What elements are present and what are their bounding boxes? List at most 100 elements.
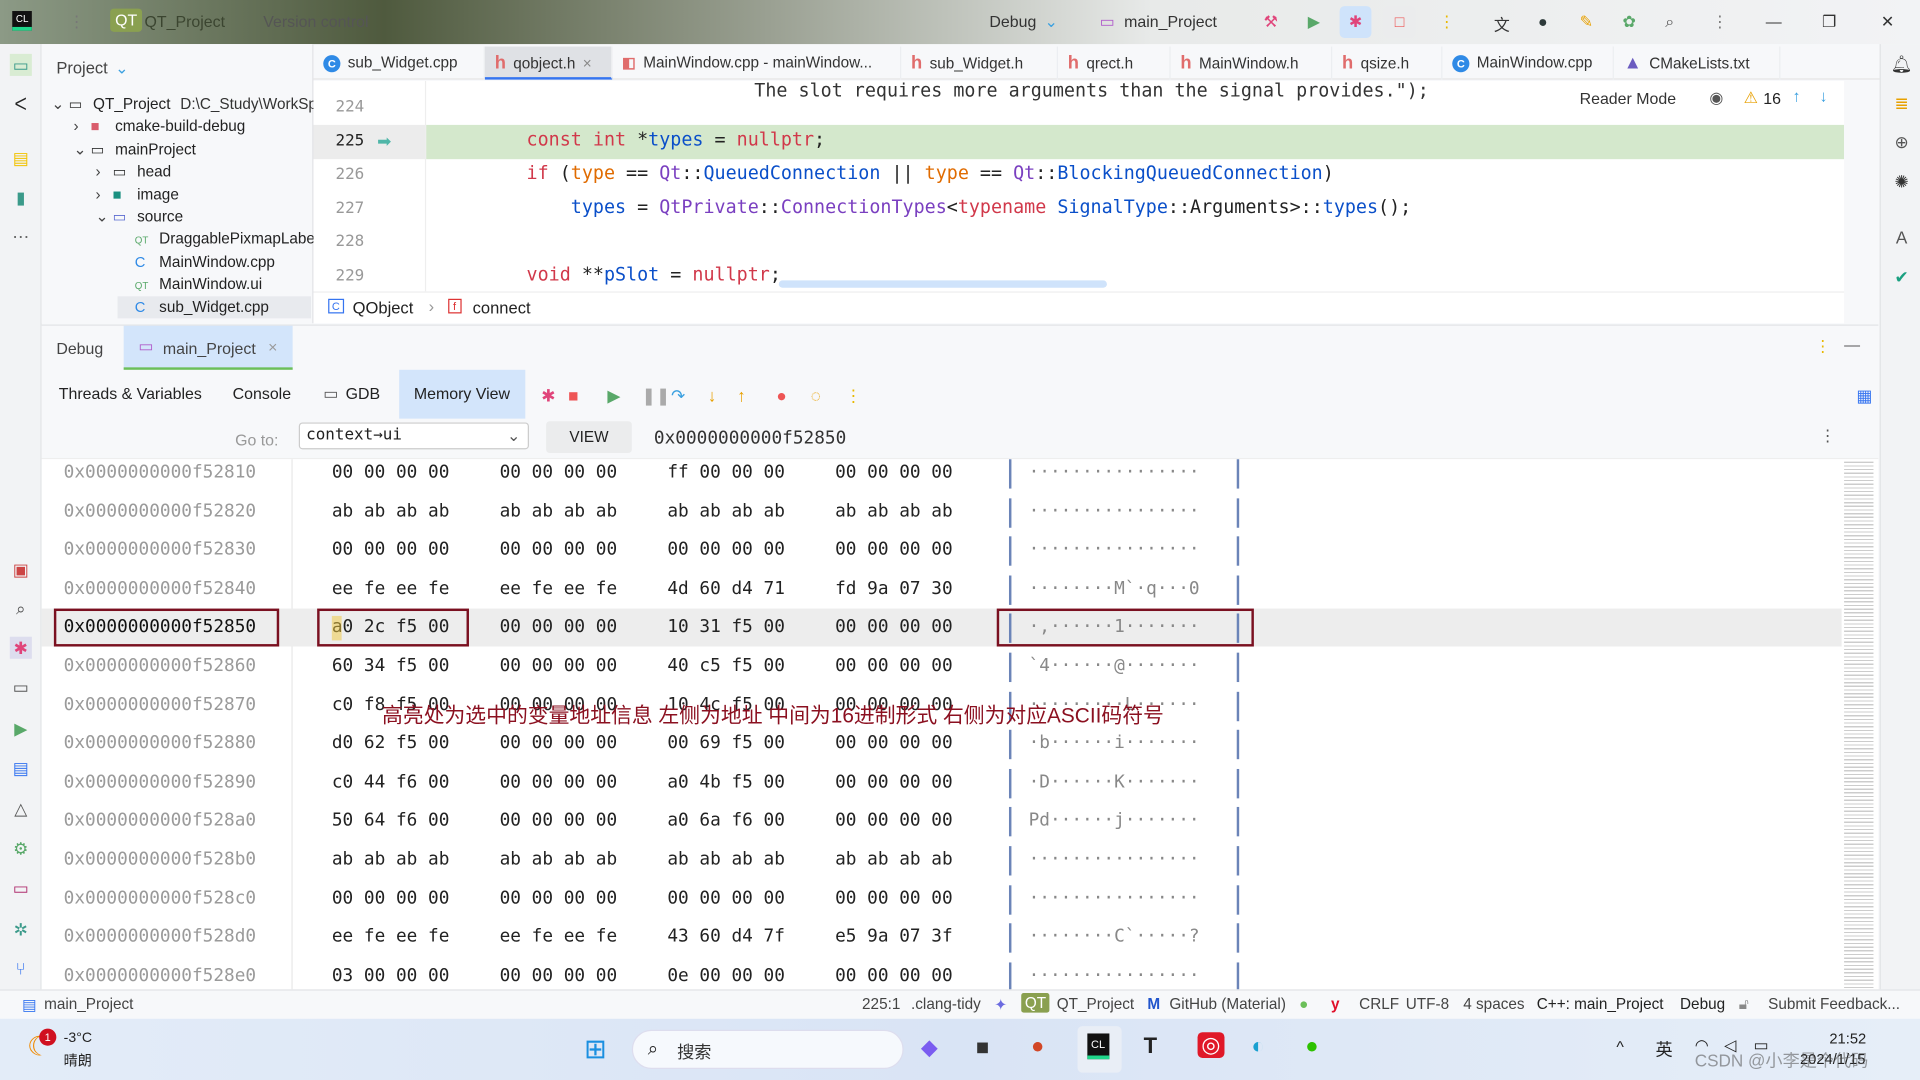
hex-group[interactable]: 00 00 00 00 [332,880,450,918]
memory-address[interactable]: 0x0000000000f528a0 [64,803,256,841]
main-menu-icon[interactable]: ⋮ [69,12,85,32]
context[interactable]: C++: main_Project [1537,996,1664,1013]
hex-group[interactable]: 00 00 00 00 [500,957,618,989]
status-config[interactable]: Debug [1680,996,1725,1013]
edge-icon[interactable]: ◐ [1251,1033,1264,1059]
debug-bug2-icon[interactable]: ✲ [10,918,32,940]
breadcrumb-function[interactable]: connect [473,299,531,317]
vcs-selector[interactable]: Version control [263,12,368,30]
clock-time[interactable]: 21:52 [1829,1030,1866,1047]
ascii-text[interactable]: ·D······K······· [1029,764,1200,802]
translate-icon[interactable]: 文 [1494,12,1510,35]
hex-group[interactable]: 00 00 00 00 [500,880,618,918]
minimap-scrollbar[interactable] [1844,461,1874,989]
powerpoint-icon[interactable]: ● [1031,1033,1044,1059]
step-over-icon[interactable]: ↷ [671,386,685,407]
netease-music-icon[interactable]: ◎ [1197,1032,1225,1058]
memory-address[interactable]: 0x0000000000f528e0 [64,957,256,989]
hex-group[interactable]: 00 00 00 00 [835,532,953,570]
hex-group[interactable]: ab ab ab ab [332,841,450,879]
hex-group[interactable]: ab ab ab ab [835,841,953,879]
hex-group[interactable]: a0 6a f6 00 [667,803,785,841]
hex-group[interactable]: ab ab ab ab [667,493,785,531]
ascii-text[interactable]: ········M`·q···0 [1029,570,1200,608]
hex-group[interactable]: e5 9a 07 3f [835,919,953,957]
hex-group[interactable]: 00 00 00 00 [835,648,953,686]
memory-address[interactable]: 0x0000000000f52890 [64,764,256,802]
memory-address[interactable]: 0x0000000000f52870 [64,686,256,724]
ascii-text[interactable]: ·b······i······· [1029,725,1200,763]
mute-breakpoints-icon[interactable]: ◌ [811,386,821,406]
line-number[interactable]: 227 [336,199,365,217]
hex-group[interactable]: ab ab ab ab [500,841,618,879]
hide-icon[interactable]: ◉ [1709,88,1723,108]
warning-icon[interactable]: ⚠ [1744,88,1758,108]
project-view-icon[interactable]: ▭ [9,53,32,76]
editor-tab[interactable]: C MainWindow.cpp [1442,46,1614,80]
prev-warning-icon[interactable]: ↑ [1793,87,1801,105]
hex-group[interactable]: 00 00 00 00 [500,803,618,841]
structure-icon[interactable]: ▤ [10,147,32,169]
hex-group[interactable]: 40 c5 f5 00 [667,648,785,686]
problems-icon[interactable]: △ [10,797,32,819]
chevron-right-icon[interactable]: › [96,161,113,183]
hex-group[interactable]: ee fe ee fe [332,919,450,957]
ascii-text[interactable]: ················ [1029,493,1200,531]
tree-item[interactable]: › ■ image [96,183,179,205]
clion-app-icon[interactable]: CL [1087,1033,1109,1060]
session-tab[interactable]: ▭ main_Project × [123,325,293,372]
memory-row[interactable]: 0x0000000000f528a0 50 64 f6 00 00 00 00 00… [42,803,1842,841]
memory-row[interactable]: 0x0000000000f52830 00 00 00 00 00 00 00 00… [42,532,1842,570]
hex-group[interactable]: 00 00 00 00 [500,764,618,802]
hex-group[interactable]: 00 00 00 00 [500,648,618,686]
reader-mode-button[interactable]: Reader Mode [1579,89,1677,108]
line-number[interactable]: 226 [336,165,365,183]
hide-panel-icon[interactable]: — [1844,336,1860,354]
wechat-icon[interactable]: ● [1305,1033,1318,1059]
line-number[interactable]: 225 [336,132,365,150]
build-hammer-icon[interactable]: ⚒ [1264,12,1278,32]
hex-group[interactable]: ab ab ab ab [500,493,618,531]
caret-position[interactable]: 225:1 [862,996,900,1013]
hex-group[interactable]: ab ab ab ab [667,841,785,879]
hex-group[interactable]: ee fe ee fe [500,919,618,957]
bookmarks-icon[interactable]: ▮ [10,186,32,208]
ascii-text[interactable]: ················ [1029,880,1200,918]
hex-group[interactable]: 00 00 00 00 [835,880,953,918]
hex-group[interactable]: 00 00 00 00 [667,532,785,570]
stop-icon[interactable]: □ [1383,6,1416,38]
hex-group[interactable]: 00 69 f5 00 [667,725,785,763]
hex-group[interactable]: ab ab ab ab [835,493,953,531]
more-icon[interactable]: ⋮ [1820,426,1836,446]
font-icon[interactable]: A [1891,228,1913,248]
lock-icon[interactable]: 🔓︎ [1739,996,1749,1014]
editor-tab[interactable]: ▲ CMakeLists.txt [1614,46,1781,80]
hex-group[interactable]: ee fe ee fe [500,570,618,608]
memory-row[interactable]: 0x0000000000f528e0 03 00 00 00 00 00 00 00… [42,957,1842,990]
git-icon[interactable]: ⑂ [10,958,32,980]
tree-item[interactable]: QT MainWindow.ui [118,273,262,295]
theme[interactable]: GitHub (Material) [1169,996,1286,1013]
encoding[interactable]: UTF-8 [1406,996,1449,1013]
indent[interactable]: 4 spaces [1463,996,1524,1013]
close-tab-icon[interactable]: × [583,55,592,72]
hex-group[interactable]: 00 00 00 00 [835,725,953,763]
debug-tab-threads-variables[interactable]: Threads & Variables [59,370,202,419]
hex-group[interactable]: 50 64 f6 00 [332,803,450,841]
ascii-text[interactable]: `4······@······· [1029,648,1200,686]
notifications-icon[interactable]: 🔔︎ [1891,54,1913,75]
more-icon[interactable]: ⋮ [1815,337,1831,357]
tools-icon[interactable]: ✎ [1580,12,1593,32]
more-icon[interactable]: ⋮ [1439,12,1455,32]
ascii-text[interactable]: ················ [1029,957,1200,989]
more-icon[interactable]: ⋮ [845,386,862,407]
tree-item[interactable]: Csub_Widget.cpp [117,295,312,318]
debug-tab-memory-view[interactable]: Memory View [399,369,525,419]
memory-address[interactable]: 0x0000000000f52860 [64,648,256,686]
hex-group[interactable]: 00 00 00 00 [835,459,953,492]
hex-group[interactable]: 03 00 00 00 [332,957,450,989]
hex-group[interactable]: 60 34 f5 00 [332,648,450,686]
line-number[interactable]: 229 [336,266,365,284]
run-config-selector[interactable]: Debug [989,12,1036,30]
memory-row[interactable]: 0x0000000000f52880 d0 62 f5 00 00 00 00 00… [42,725,1842,763]
